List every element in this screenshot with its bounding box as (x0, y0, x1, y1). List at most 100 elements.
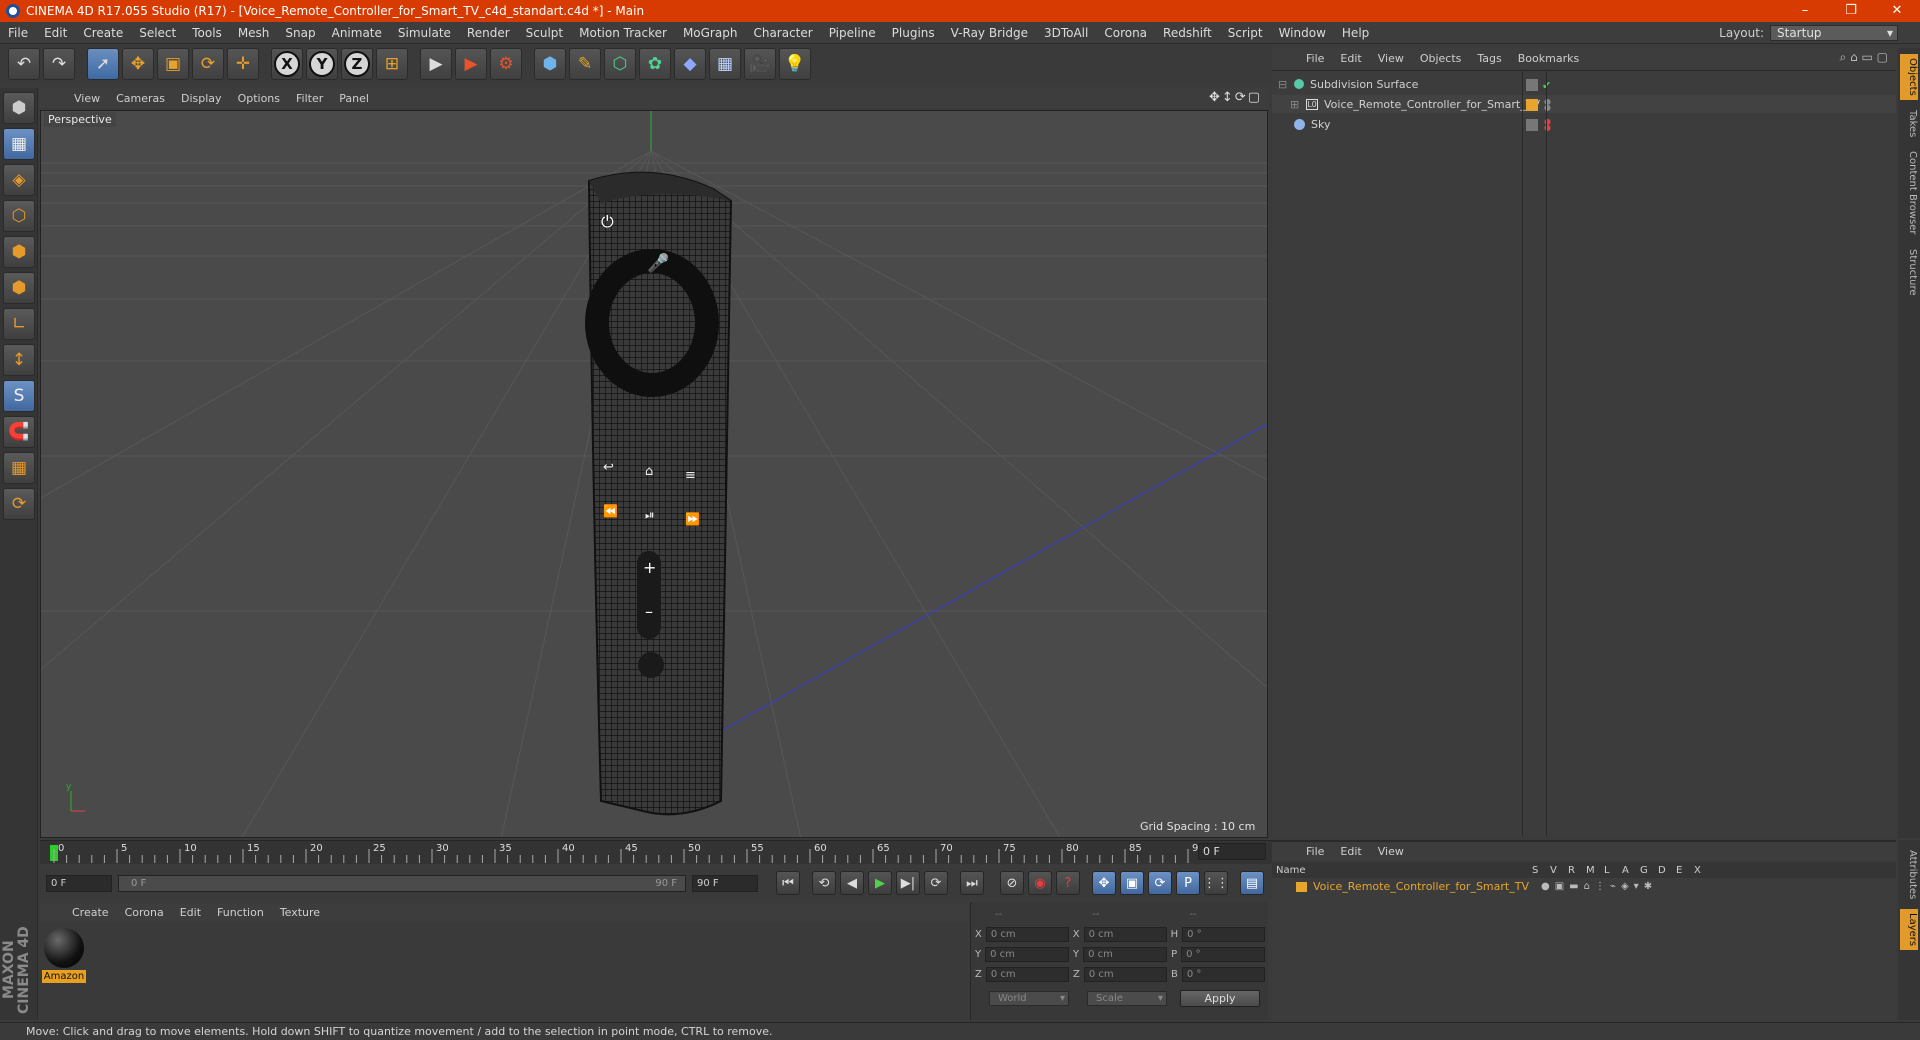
render-settings-button[interactable]: ⚙ (490, 48, 522, 80)
start-frame-field[interactable]: 0 F (46, 874, 112, 892)
col-manager[interactable]: M (1586, 865, 1604, 876)
snap-button[interactable]: ▦ (3, 452, 35, 484)
key-scale-button[interactable]: ▣ (1120, 871, 1144, 895)
z-axis-button[interactable]: Z (341, 48, 373, 80)
size-x-field[interactable]: 0 cm (1083, 927, 1167, 942)
menu-snap[interactable]: Snap (277, 26, 323, 40)
make-editable-button[interactable]: ⬢ (3, 92, 35, 124)
menu-vray-bridge[interactable]: V-Ray Bridge (943, 26, 1036, 40)
col-solo[interactable]: S (1532, 865, 1550, 876)
y-axis-button[interactable]: Y (306, 48, 338, 80)
col-generators[interactable]: G (1640, 865, 1658, 876)
material-menu-create[interactable]: Create (64, 906, 117, 919)
om-menu-file[interactable]: File (1298, 52, 1332, 65)
end-frame-field[interactable]: 90 F (692, 874, 758, 892)
size-y-field[interactable]: 0 cm (1083, 947, 1168, 962)
cube-object-button[interactable]: ⬢ (534, 48, 566, 80)
viewport-menu-display[interactable]: Display (173, 92, 230, 105)
perspective-viewport[interactable]: ⏻ 🎤 ↩ ⌂ ≡ ⏪ ⏯ ⏩ + – y (40, 110, 1268, 838)
expand-icon[interactable]: ⊞ (1290, 98, 1300, 111)
current-frame-field[interactable]: 0 F (1198, 843, 1266, 860)
cloner-button[interactable]: ✿ (639, 48, 671, 80)
menu-simulate[interactable]: Simulate (390, 26, 459, 40)
menu-character[interactable]: Character (745, 26, 820, 40)
tab-attributes[interactable]: Attributes (1900, 846, 1918, 903)
menu-animate[interactable]: Animate (324, 26, 390, 40)
scale-button[interactable]: ▣ (157, 48, 189, 80)
menu-corona[interactable]: Corona (1096, 26, 1155, 40)
workplane-lock-button[interactable]: ⟳ (3, 488, 35, 520)
om-menu-tags[interactable]: Tags (1469, 52, 1509, 65)
om-menu-view[interactable]: View (1370, 52, 1412, 65)
record-button[interactable]: ◉ (1028, 871, 1052, 895)
model-mode-button[interactable]: ▦ (3, 128, 35, 160)
col-render[interactable]: R (1568, 865, 1586, 876)
position-z-field[interactable]: 0 cm (985, 967, 1069, 982)
menu-select[interactable]: Select (131, 26, 184, 40)
object-name[interactable]: Sky (1311, 118, 1330, 131)
auto-key-button[interactable]: ? (1056, 871, 1080, 895)
key-rotation-button[interactable]: ⟳ (1148, 871, 1172, 895)
timeline-ruler[interactable]: 051015202530354045505560657075808590 (40, 840, 1272, 864)
col-view[interactable]: V (1550, 865, 1568, 876)
key-position-button[interactable]: ✥ (1092, 871, 1116, 895)
layer-tag-icon[interactable] (1526, 119, 1538, 131)
viewport-menu-view[interactable]: View (66, 92, 108, 105)
col-animation[interactable]: A (1622, 865, 1640, 876)
floor-object-button[interactable]: ▦ (709, 48, 741, 80)
om-menu-bookmarks[interactable]: Bookmarks (1510, 52, 1587, 65)
layer-row[interactable]: Voice_Remote_Controller_for_Smart_TV ●▣▬… (1272, 878, 1896, 895)
redo-button[interactable]: ↷ (43, 48, 75, 80)
size-mode-select[interactable]: Scale (1087, 991, 1167, 1006)
next-frame-button[interactable]: ▶| (896, 871, 920, 895)
coordinate-space-select[interactable]: World (989, 991, 1069, 1006)
object-name[interactable]: Subdivision Surface (1310, 78, 1418, 91)
record-keys-disabled-button[interactable]: ⊘ (1000, 871, 1024, 895)
lm-menu-file[interactable]: File (1298, 845, 1332, 858)
om-menu-edit[interactable]: Edit (1332, 52, 1369, 65)
menu-sculpt[interactable]: Sculpt (518, 26, 571, 40)
x-axis-button[interactable]: X (271, 48, 303, 80)
layer-flags-icons[interactable]: ●▣▬⌂⋮⌁◈▾✱ (1541, 881, 1657, 892)
tab-layers[interactable]: Layers (1900, 909, 1918, 951)
col-locked[interactable]: L (1604, 865, 1622, 876)
go-to-end-button[interactable]: ⏭ (960, 871, 984, 895)
subdivision-surface-button[interactable]: ⬡ (604, 48, 636, 80)
object-name[interactable]: Voice_Remote_Controller_for_Smart_TV (1324, 98, 1540, 111)
menu-tools[interactable]: Tools (184, 26, 230, 40)
size-z-field[interactable]: 0 cm (1083, 967, 1167, 982)
solo-button[interactable]: 🧲 (3, 416, 35, 448)
lm-menu-view[interactable]: View (1370, 845, 1412, 858)
last-tool-button[interactable]: ✛ (227, 48, 259, 80)
menu-create[interactable]: Create (75, 26, 131, 40)
layer-tag-icon[interactable] (1526, 79, 1538, 91)
go-to-start-button[interactable]: ⏮ (776, 871, 800, 895)
tab-content-browser[interactable]: Content Browser (1900, 147, 1918, 238)
material-name-label[interactable]: Amazon (42, 970, 86, 983)
col-deformers[interactable]: D (1658, 865, 1676, 876)
tweak-mode-button[interactable]: S (3, 380, 35, 412)
layer-color-icon[interactable] (1526, 99, 1538, 111)
undo-button[interactable]: ↶ (8, 48, 40, 80)
camera-object-button[interactable]: 🎥 (744, 48, 776, 80)
layer-name[interactable]: Voice_Remote_Controller_for_Smart_TV (1313, 880, 1541, 893)
menu-window[interactable]: Window (1271, 26, 1334, 40)
live-selection-button[interactable]: ➚ (87, 48, 119, 80)
material-menu-function[interactable]: Function (209, 906, 272, 919)
minimize-button[interactable]: – (1782, 0, 1828, 22)
rotation-p-field[interactable]: 0 ° (1181, 947, 1266, 962)
axis-mode-button[interactable]: ↕ (3, 344, 35, 376)
menu-edit[interactable]: Edit (36, 26, 75, 40)
key-point-level-button[interactable]: ⋮⋮ (1203, 871, 1229, 895)
coordinate-system-button[interactable]: ⊞ (376, 48, 408, 80)
menu-render[interactable]: Render (459, 26, 518, 40)
col-expressions[interactable]: E (1676, 865, 1694, 876)
viewport-menu-cameras[interactable]: Cameras (108, 92, 173, 105)
frame-range-slider[interactable]: 0 F 90 F (118, 874, 686, 892)
menu-plugins[interactable]: Plugins (884, 26, 943, 40)
deformer-button[interactable]: ◆ (674, 48, 706, 80)
viewport-menu-options[interactable]: Options (230, 92, 288, 105)
tab-structure[interactable]: Structure (1900, 245, 1918, 300)
menu-help[interactable]: Help (1334, 26, 1377, 40)
polygons-mode-button[interactable]: ∟ (3, 308, 35, 340)
